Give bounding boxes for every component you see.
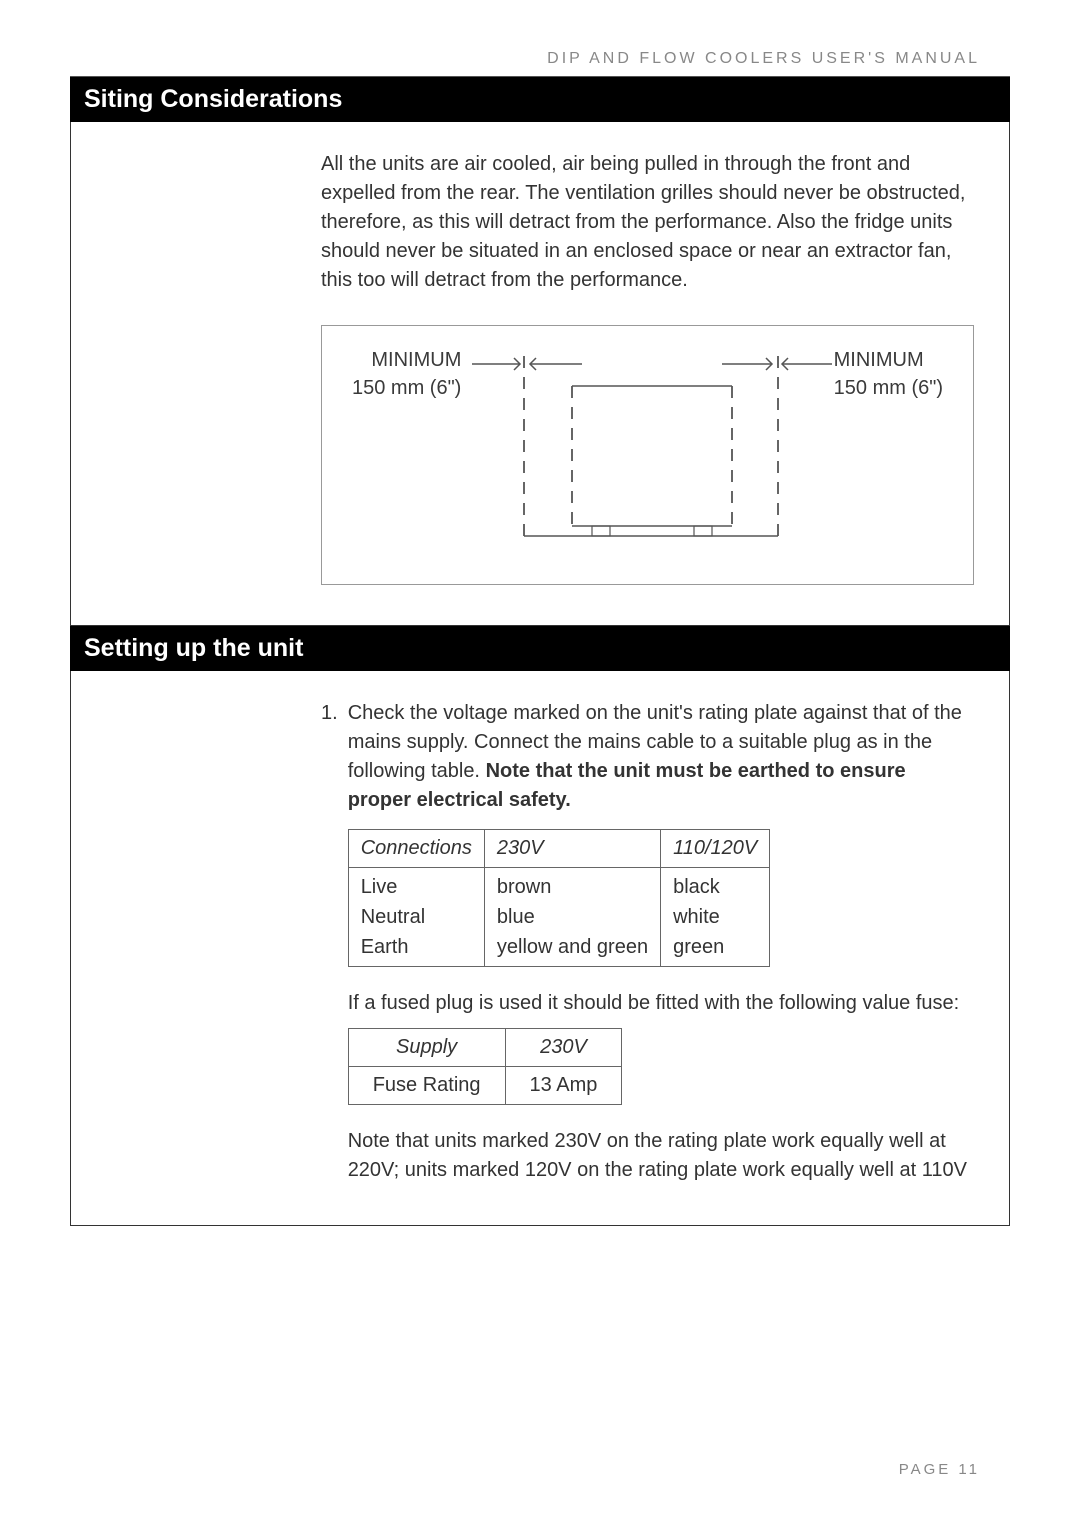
running-head: DIP AND FLOW COOLERS USER'S MANUAL	[70, 50, 980, 68]
fuse-row-label: Fuse Rating	[348, 1067, 505, 1105]
setup-step-1: 1. Check the voltage marked on the unit'…	[321, 699, 974, 1185]
section-heading-siting: Siting Considerations	[70, 77, 1010, 122]
diagram-right-line1: MINIMUM	[834, 346, 943, 374]
conn-col2: brown blue yellow and green	[484, 868, 660, 967]
diagram-left-line1: MINIMUM	[352, 346, 461, 374]
conn-110-neutral: white	[673, 906, 720, 928]
page-number: PAGE 11	[899, 1461, 980, 1478]
section-heading-setup: Setting up the unit	[70, 626, 1010, 671]
conn-col1: Live Neutral Earth	[348, 868, 484, 967]
conn-header-1: Connections	[348, 830, 484, 868]
fuse-row-value: 13 Amp	[505, 1067, 622, 1105]
siting-paragraph: All the units are air cooled, air being …	[321, 122, 974, 295]
fuse-intro: If a fused plug is used it should be fit…	[348, 989, 974, 1018]
connections-table: Connections 230V 110/120V Live Neutral Ear…	[348, 829, 771, 967]
conn-earth: Earth	[361, 936, 409, 958]
fuse-header-2: 230V	[505, 1029, 622, 1067]
diagram-right-line2: 150 mm (6")	[834, 374, 943, 402]
list-number: 1.	[321, 699, 338, 1185]
clearance-diagram: MINIMUM 150 mm (6") MINIMUM 150 mm (6")	[321, 325, 974, 585]
conn-header-3: 110/120V	[661, 830, 770, 868]
diagram-left-line2: 150 mm (6")	[352, 374, 461, 402]
fuse-table: Supply 230V Fuse Rating 13 Amp	[348, 1028, 623, 1105]
fuse-header-1: Supply	[348, 1029, 505, 1067]
conn-230-live: brown	[497, 876, 551, 898]
conn-110-live: black	[673, 876, 720, 898]
conn-110-earth: green	[673, 936, 724, 958]
diagram-right-label: MINIMUM 150 mm (6")	[834, 346, 943, 402]
conn-live: Live	[361, 876, 398, 898]
voltage-note: Note that units marked 230V on the ratin…	[348, 1127, 974, 1185]
conn-230-earth: yellow and green	[497, 936, 648, 958]
diagram-left-label: MINIMUM 150 mm (6")	[352, 346, 461, 402]
conn-neutral: Neutral	[361, 906, 425, 928]
conn-col3: black white green	[661, 868, 770, 967]
clearance-svg	[472, 346, 832, 556]
conn-header-2: 230V	[484, 830, 660, 868]
conn-230-neutral: blue	[497, 906, 535, 928]
